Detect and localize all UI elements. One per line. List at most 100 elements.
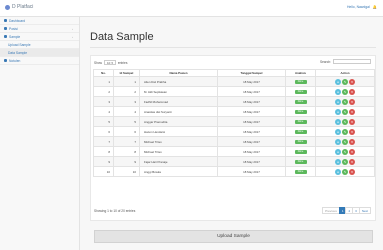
pencil-icon[interactable]: ✎	[342, 158, 348, 165]
eye-icon[interactable]: ●	[335, 128, 341, 135]
eye-icon[interactable]: ●	[335, 98, 341, 105]
search-input[interactable]	[333, 59, 371, 64]
table-row: 3 3 Fadhil Muhammad 18 May 2017 Done ● ✎ ✕	[93, 96, 375, 107]
cell-no: 3	[93, 96, 114, 107]
trash-icon[interactable]: ✕	[349, 118, 355, 125]
sidebar-item-dashboard[interactable]: Dashboard	[0, 17, 79, 25]
cell-action: ● ✎ ✕	[315, 126, 375, 137]
cell-name: Anastias dwi Suryanti	[139, 106, 218, 117]
cell-id: 2	[113, 86, 140, 97]
cell-id: 3	[113, 96, 140, 107]
cell-id: 6	[113, 126, 140, 137]
show-label: Show	[94, 60, 102, 65]
sidebar-item-sample[interactable]: Sample ‹	[0, 33, 79, 41]
trash-icon[interactable]: ✕	[349, 78, 355, 85]
trash-icon[interactable]: ✕	[349, 98, 355, 105]
app-title: D Platfaci	[12, 4, 34, 10]
pencil-icon[interactable]: ✎	[342, 108, 348, 115]
trash-icon[interactable]: ✕	[349, 158, 355, 165]
top-navbar: D Platfaci Hello, Nawdgal 🔔	[0, 0, 383, 17]
cell-name: Anggi Bowka	[139, 166, 218, 177]
chevron-down-icon: ‹	[72, 34, 73, 39]
page-title: Data Sample	[90, 31, 154, 43]
search-label: Search:	[320, 59, 331, 64]
cell-date: 18 May 2017	[217, 76, 286, 87]
cell-no: 9	[93, 156, 114, 167]
cell-date: 18 May 2017	[217, 106, 286, 117]
pencil-icon[interactable]: ✎	[342, 148, 348, 155]
notification-icon[interactable]: 🔔	[373, 5, 377, 9]
cell-analisis: Done	[285, 136, 316, 147]
eye-icon[interactable]: ●	[335, 158, 341, 165]
cell-name: Michael Tritex	[139, 136, 218, 147]
cell-analisis: Done	[285, 86, 316, 97]
sidebar-item-label: Upload Sample	[8, 42, 31, 47]
trash-icon[interactable]: ✕	[349, 168, 355, 175]
user-greeting[interactable]: Hello, Nawdgal	[347, 5, 370, 9]
trash-icon[interactable]: ✕	[349, 148, 355, 155]
sidebar-item-notulen[interactable]: Notulen	[0, 57, 79, 65]
table-row: 2 2 M. Aldi Septiawan 18 May 2017 Done ● ✎ ✕	[93, 86, 375, 97]
pencil-icon[interactable]: ✎	[342, 98, 348, 105]
pencil-icon[interactable]: ✎	[342, 128, 348, 135]
user-menu[interactable]: Hello, Nawdgal 🔔	[347, 5, 377, 9]
cell-id: 4	[113, 106, 140, 117]
trash-icon[interactable]: ✕	[349, 108, 355, 115]
dashboard-icon	[4, 19, 7, 22]
column-header-action: Action	[315, 69, 375, 77]
cell-id: 10	[113, 166, 140, 177]
cell-date: 18 May 2017	[217, 96, 286, 107]
pencil-icon[interactable]: ✎	[342, 88, 348, 95]
cell-date: 18 May 2017	[217, 126, 286, 137]
entries-select[interactable]: 10 ▾	[103, 60, 116, 65]
eye-icon[interactable]: ●	[335, 138, 341, 145]
eye-icon[interactable]: ●	[335, 168, 341, 175]
cell-analisis: Done	[285, 106, 316, 117]
table-row: 9 9 Fajar Hari Pranaje 18 May 2017 Done ● ✎ ✕	[93, 156, 375, 167]
pagination-next[interactable]: Next	[358, 207, 371, 214]
column-header-id[interactable]: Id Sampel	[113, 69, 140, 77]
eye-icon[interactable]: ●	[335, 88, 341, 95]
cell-no: 10	[93, 166, 114, 177]
sidebar-item-label: Posisi	[9, 26, 18, 31]
cell-no: 8	[93, 146, 114, 157]
eye-icon[interactable]: ●	[335, 148, 341, 155]
main-content: Data Sample Show 10 ▾ entries Search: No…	[80, 17, 383, 250]
cell-name: Fajar Hari Pranaje	[139, 156, 218, 167]
pencil-icon[interactable]: ✎	[342, 168, 348, 175]
pencil-icon[interactable]: ✎	[342, 78, 348, 85]
cell-name: Michael Tritex	[139, 146, 218, 157]
trash-icon[interactable]: ✕	[349, 128, 355, 135]
sample-icon	[4, 35, 7, 38]
eye-icon[interactable]: ●	[335, 78, 341, 85]
sidebar-item-data-sample[interactable]: Data Sample	[0, 49, 79, 57]
trash-icon[interactable]: ✕	[349, 138, 355, 145]
cell-analisis: Done	[285, 76, 316, 87]
sidebar-item-upload-sample[interactable]: Upload Sample	[0, 41, 79, 49]
table-row: 6 6 Harum Hendarsi 18 May 2017 Done ● ✎ ✕	[93, 126, 375, 137]
sidebar-item-posisi[interactable]: Posisi ‹	[0, 25, 79, 33]
column-header-analisis[interactable]: Analisis	[285, 69, 316, 77]
column-header-no[interactable]: No.	[93, 69, 114, 77]
posisi-icon	[4, 27, 7, 30]
pencil-icon[interactable]: ✎	[342, 118, 348, 125]
trash-icon[interactable]: ✕	[349, 88, 355, 95]
app-brand[interactable]: D Platfaci	[5, 4, 33, 10]
upload-sample-button[interactable]: Upload Sample	[94, 230, 373, 243]
cell-date: 18 May 2017	[217, 116, 286, 127]
pencil-icon[interactable]: ✎	[342, 138, 348, 145]
pagination: Previous 1 2 3 Next	[322, 207, 371, 214]
column-header-name[interactable]: Nama Pasien	[139, 69, 218, 77]
cell-date: 18 May 2017	[217, 136, 286, 147]
pagination-previous[interactable]: Previous	[322, 207, 340, 214]
column-header-date[interactable]: Tanggal Sampel	[217, 69, 286, 77]
eye-icon[interactable]: ●	[335, 108, 341, 115]
sidebar-item-label: Data Sample	[8, 50, 28, 55]
cell-action: ● ✎ ✕	[315, 106, 375, 117]
table-row: 5 5 Anggar Pramudita 18 May 2017 Done ● ✎ ✕	[93, 116, 375, 127]
cell-id: 1	[113, 76, 140, 87]
cell-action: ● ✎ ✕	[315, 156, 375, 167]
eye-icon[interactable]: ●	[335, 118, 341, 125]
cell-name: Harum Hendarsi	[139, 126, 218, 137]
data-table: No. Id Sampel Nama Pasien Tanggal Sampel…	[93, 69, 375, 177]
